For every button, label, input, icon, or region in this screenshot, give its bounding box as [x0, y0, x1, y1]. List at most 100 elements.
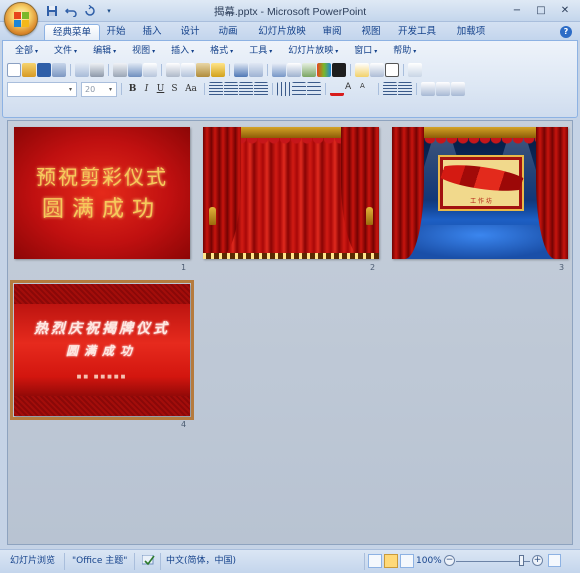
menu-insert[interactable]: 插入 ▾ [163, 44, 202, 58]
open-icon[interactable] [22, 63, 36, 77]
copy-icon[interactable] [181, 63, 195, 77]
align-center-icon[interactable] [224, 82, 238, 96]
menu-window[interactable]: 窗口 ▾ [346, 44, 385, 58]
redo-icon[interactable] [249, 63, 263, 77]
email-icon[interactable] [75, 63, 89, 77]
shadow-button[interactable]: S [168, 83, 181, 96]
tab-design[interactable]: 设计 [176, 24, 204, 41]
slide-number-4: 4 [181, 420, 187, 429]
insert-table-icon[interactable] [287, 63, 301, 77]
menu-view[interactable]: 视图 ▾ [124, 44, 163, 58]
minimize-button[interactable]: − [506, 2, 528, 18]
chevron-down-icon: ▾ [230, 48, 234, 55]
justify-icon[interactable] [254, 82, 268, 96]
status-bar: 幻灯片浏览 "Office 主题" 中文(简体，中国) 100% − + [0, 549, 580, 573]
close-button[interactable]: ✕ [554, 2, 576, 18]
menu-format-label: 格式 [210, 46, 229, 56]
shapes-icon[interactable] [451, 82, 465, 96]
tab-slide-show[interactable]: 幻灯片放映 [255, 24, 309, 41]
new-slide-layout-icon[interactable] [436, 82, 450, 96]
menu-file-label: 文件 [54, 46, 73, 56]
show-formatting-icon[interactable] [332, 63, 346, 77]
chevron-down-icon: ▾ [113, 48, 117, 55]
change-case-button[interactable]: Aa [182, 83, 200, 96]
shrink-font-icon[interactable]: A [360, 82, 374, 96]
font-color-box-icon[interactable] [385, 63, 399, 77]
paste-icon[interactable] [196, 63, 210, 77]
slide-thumbnail-3[interactable]: 工 作 坊 [392, 127, 568, 259]
menu-all[interactable]: 全部 ▾ [7, 44, 46, 58]
help-icon[interactable]: ? [560, 26, 572, 38]
zoom-level[interactable]: 100% [416, 555, 442, 568]
format-painter-icon[interactable] [211, 63, 225, 77]
slide-thumbnail-2[interactable] [203, 127, 379, 259]
grow-font-icon[interactable]: A [345, 82, 359, 96]
underline-button[interactable]: U [154, 83, 167, 96]
expand-icon[interactable] [408, 63, 422, 77]
menu-help-label: 帮助 [393, 46, 412, 56]
decrease-indent-icon[interactable] [383, 82, 397, 96]
slide-show-view-button[interactable] [400, 554, 414, 568]
permission-icon[interactable] [52, 63, 66, 77]
menu-file[interactable]: 文件 ▾ [46, 44, 85, 58]
design-icon[interactable] [421, 82, 435, 96]
align-right-icon[interactable] [239, 82, 253, 96]
italic-button[interactable]: I [140, 83, 153, 96]
maximize-button[interactable]: □ [530, 2, 552, 18]
tab-add-ins[interactable]: 加载项 [450, 24, 492, 41]
classic-menu-bar: 全部 ▾ 文件 ▾ 编辑 ▾ 视图 ▾ 插入 ▾ 格式 ▾ 工具 ▾ 幻灯片放映 ▾ 窗口 ▾ 帮… [7, 44, 424, 58]
tab-developer[interactable]: 开发工具 [396, 24, 438, 41]
new-slide-icon[interactable] [355, 63, 369, 77]
zoom-out-button[interactable]: − [444, 555, 455, 566]
separator [378, 83, 379, 95]
zoom-in-button[interactable]: + [532, 555, 543, 566]
slide-sorter-view-button[interactable] [384, 554, 398, 568]
tab-view[interactable]: 视图 [357, 24, 385, 41]
increase-indent-icon[interactable] [398, 82, 412, 96]
menu-view-label: 视图 [132, 46, 151, 56]
font-name-combo[interactable]: ▾ [7, 81, 77, 97]
bullets-icon[interactable] [292, 82, 306, 96]
menu-help[interactable]: 帮助 ▾ [385, 44, 424, 58]
ribbon-tabs: 经典菜单 开始 插入 设计 动画 幻灯片放映 审阅 视图 开发工具 加载项 ? [0, 22, 580, 41]
color-grayscale-icon[interactable] [317, 63, 331, 77]
slide-thumbnail-4[interactable]: 热烈庆祝揭牌仪式 圆满成功 ■■ ■■■■■ [10, 280, 194, 420]
tab-review[interactable]: 审阅 [318, 24, 346, 41]
print-icon[interactable] [90, 63, 104, 77]
status-language[interactable]: 中文(简体，中国) [166, 555, 236, 568]
align-left-icon[interactable] [209, 82, 223, 96]
font-size-combo[interactable]: 20 ▾ [81, 81, 117, 97]
spelling-icon[interactable] [143, 63, 157, 77]
grid-icon[interactable] [370, 63, 384, 77]
normal-view-button[interactable] [368, 554, 382, 568]
menu-edit[interactable]: 编辑 ▾ [85, 44, 124, 58]
slide-number-2: 2 [370, 263, 376, 272]
tab-classic-menu[interactable]: 经典菜单 [44, 24, 100, 41]
zoom-slider-thumb[interactable] [519, 555, 524, 566]
insert-chart-icon[interactable] [272, 63, 286, 77]
save-icon[interactable] [37, 63, 51, 77]
undo-icon[interactable] [234, 63, 248, 77]
tab-home[interactable]: 开始 [102, 24, 130, 41]
numbering-icon[interactable] [307, 82, 321, 96]
slide-4-subline: ■■ ■■■■■ [76, 374, 128, 380]
font-color-icon[interactable] [330, 82, 344, 96]
menu-slide-show[interactable]: 幻灯片放映 ▾ [280, 44, 346, 58]
bold-button[interactable]: B [126, 83, 139, 96]
print-preview-icon[interactable] [113, 63, 127, 77]
insert-picture-icon[interactable] [302, 63, 316, 77]
tab-animations[interactable]: 动画 [214, 24, 242, 41]
spell-check-icon[interactable] [141, 554, 156, 572]
office-button[interactable] [4, 2, 38, 36]
title-bar: ▾ 揭幕.pptx - Microsoft PowerPoint − □ ✕ [0, 0, 580, 22]
cut-icon[interactable] [166, 63, 180, 77]
menu-tools[interactable]: 工具 ▾ [241, 44, 280, 58]
research-icon[interactable] [128, 63, 142, 77]
columns-icon[interactable] [277, 82, 291, 96]
tab-insert[interactable]: 插入 [138, 24, 166, 41]
new-icon[interactable] [7, 63, 21, 77]
fit-to-window-button[interactable] [548, 554, 561, 567]
slide-thumbnail-1[interactable]: 预祝剪彩仪式 圆满成功 [14, 127, 190, 259]
menu-format[interactable]: 格式 ▾ [202, 44, 241, 58]
status-view-name: 幻灯片浏览 [10, 556, 56, 566]
